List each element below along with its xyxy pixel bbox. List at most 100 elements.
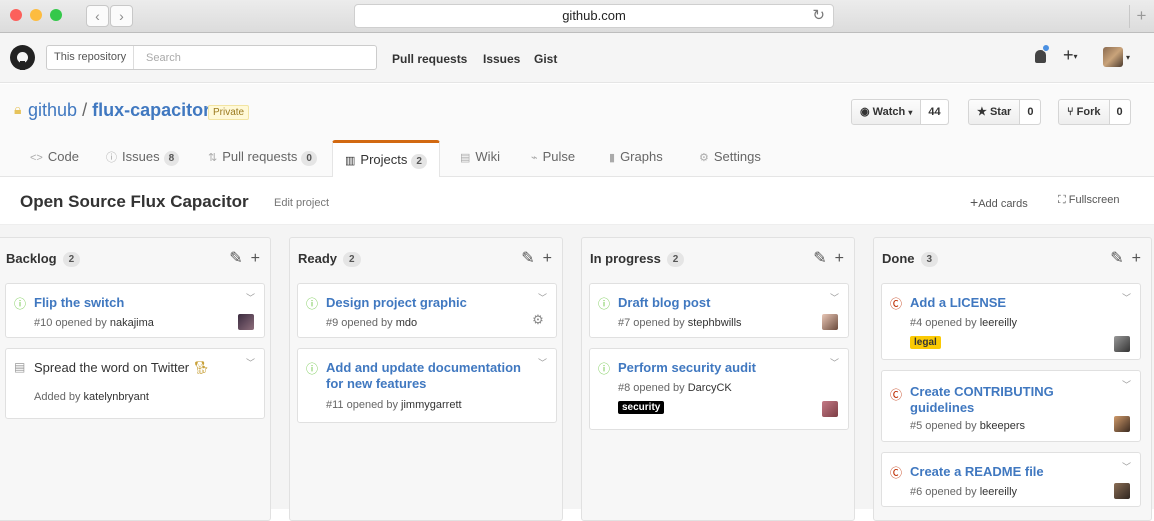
card-title[interactable]: Create a README file	[910, 464, 1044, 480]
avatar[interactable]	[238, 314, 254, 330]
card-author[interactable]: leereilly	[980, 486, 1017, 498]
chevron-down-icon[interactable]: ﹀	[1122, 291, 1131, 304]
tab-pulse[interactable]: ⌁ Pulse	[531, 140, 575, 178]
chevron-down-icon[interactable]: ﹀	[538, 291, 547, 304]
chevron-down-icon[interactable]: ﹀	[830, 356, 839, 369]
tab-pull-requests[interactable]: ⇅ Pull requests 0	[208, 140, 317, 178]
avatar[interactable]	[822, 314, 838, 330]
project-card[interactable]: ⓘ Design project graphic #9 opened by md…	[297, 283, 557, 338]
close-window-button[interactable]	[10, 9, 22, 21]
repo-tabs: <> Code ⓘ Issues 8 ⇅ Pull requests 0 ▥ Project…	[0, 140, 1154, 178]
tab-settings[interactable]: ⚙ Settings	[699, 140, 761, 178]
card-title[interactable]: Flip the switch	[34, 295, 124, 311]
tab-projects[interactable]: ▥ Projects 2	[332, 140, 440, 178]
project-card[interactable]: ⓘ Perform security audit #8 opened by Da…	[589, 348, 849, 430]
card-title[interactable]: Perform security audit	[618, 360, 756, 376]
edit-project-link[interactable]: Edit project	[274, 197, 329, 209]
tab-issues[interactable]: ⓘ Issues 8	[106, 140, 180, 178]
card-author[interactable]: nakajima	[110, 317, 154, 329]
project-card[interactable]: Ⓒ Create CONTRIBUTING guidelines #5 open…	[881, 370, 1141, 442]
chevron-down-icon[interactable]: ﹀	[1122, 378, 1131, 391]
search-input[interactable]	[138, 46, 374, 69]
watch-count[interactable]: 44	[921, 100, 948, 124]
card-meta: #8 opened by DarcyCK	[618, 382, 732, 394]
card-author[interactable]: jimmygarrett	[401, 399, 462, 411]
chevron-down-icon[interactable]: ﹀	[1122, 460, 1131, 473]
github-logo-icon[interactable]	[10, 45, 35, 70]
card-author[interactable]: leereilly	[980, 317, 1017, 329]
label-legal[interactable]: legal	[910, 336, 941, 349]
avatar[interactable]	[1114, 416, 1130, 432]
tab-label: Projects	[360, 152, 408, 167]
chevron-down-icon: ▾	[908, 108, 913, 117]
avatar[interactable]	[1103, 47, 1123, 67]
nav-pull-requests[interactable]: Pull requests	[392, 52, 467, 66]
avatar[interactable]	[822, 401, 838, 417]
pencil-icon[interactable]: ✎	[813, 250, 826, 267]
card-author[interactable]: katelynbryant	[84, 391, 149, 403]
pencil-icon[interactable]: ✎	[1110, 250, 1123, 267]
project-card[interactable]: ⓘ Draft blog post #7 opened by stephbwil…	[589, 283, 849, 338]
card-meta: #5 opened by bkeepers	[910, 420, 1025, 432]
repo-name-link[interactable]: flux-capacitor	[92, 100, 210, 120]
plus-icon[interactable]: +	[1132, 250, 1141, 267]
avatar[interactable]: ⚙	[530, 312, 546, 328]
card-title[interactable]: Create CONTRIBUTING guidelines	[910, 384, 1090, 416]
project-card[interactable]: Ⓒ Create a README file #6 opened by leer…	[881, 452, 1141, 507]
address-bar[interactable]: github.com ↻	[354, 4, 834, 28]
plus-icon[interactable]: +	[835, 250, 844, 267]
card-title[interactable]: Add a LICENSE	[910, 295, 1006, 311]
project-card[interactable]: ⓘ Add and update documentation for new f…	[297, 348, 557, 423]
fullscreen-button[interactable]: ⛶ Fullscreen	[1058, 194, 1120, 207]
nav-issues[interactable]: Issues	[483, 52, 520, 66]
card-author[interactable]: DarcyCK	[688, 382, 732, 394]
issue-closed-icon: Ⓒ	[890, 466, 903, 480]
reload-icon[interactable]: ↻	[812, 5, 825, 27]
create-new-menu[interactable]: +▾	[1063, 45, 1078, 66]
card-author[interactable]: mdo	[396, 317, 417, 329]
plus-icon[interactable]: +	[543, 250, 552, 267]
card-author[interactable]: bkeepers	[980, 420, 1025, 432]
watch-button[interactable]: ◉ Watch ▾	[852, 100, 922, 124]
issue-closed-icon: Ⓒ	[890, 297, 903, 311]
project-card[interactable]: ▤ Spread the word on Twitter 🐕︎ Added by…	[5, 348, 265, 419]
card-author[interactable]: stephbwills	[688, 317, 742, 329]
star-count[interactable]: 0	[1020, 100, 1041, 124]
avatar[interactable]	[1114, 336, 1130, 352]
back-button[interactable]: ‹	[86, 5, 109, 27]
plus-icon[interactable]: +	[251, 250, 260, 267]
forward-button[interactable]: ›	[110, 5, 133, 27]
pencil-icon[interactable]: ✎	[229, 250, 242, 267]
tab-code[interactable]: <> Code	[30, 140, 79, 178]
zoom-window-button[interactable]	[50, 9, 62, 21]
lock-icon: 🔒︎	[14, 101, 22, 117]
project-card[interactable]: ⓘ Flip the switch #10 opened by nakajima…	[5, 283, 265, 338]
fork-button[interactable]: ⑂ Fork	[1059, 100, 1110, 124]
card-title[interactable]: Draft blog post	[618, 295, 710, 311]
issue-opened-icon: ⓘ	[598, 297, 611, 311]
card-title[interactable]: Design project graphic	[326, 295, 467, 311]
chevron-down-icon[interactable]: ▾	[1126, 53, 1130, 62]
chevron-down-icon[interactable]: ﹀	[246, 291, 255, 304]
nav-gist[interactable]: Gist	[534, 52, 557, 66]
tab-wiki[interactable]: ▤ Wiki	[460, 140, 500, 178]
tab-graphs[interactable]: ▮ Graphs	[609, 140, 663, 178]
project-card[interactable]: Ⓒ Add a LICENSE #4 opened by leereilly l…	[881, 283, 1141, 360]
minimize-window-button[interactable]	[30, 9, 42, 21]
project-icon: ▥	[345, 155, 356, 167]
star-button[interactable]: ★ Star	[969, 100, 1021, 124]
new-tab-button[interactable]: +	[1129, 5, 1153, 28]
add-cards-button[interactable]: +Add cards	[970, 194, 1028, 210]
label-security[interactable]: security	[618, 401, 665, 414]
card-title[interactable]: Add and update documentation for new fea…	[326, 360, 531, 392]
repo-owner-link[interactable]: github	[28, 100, 77, 120]
chevron-down-icon[interactable]: ﹀	[246, 356, 255, 369]
avatar[interactable]	[1114, 483, 1130, 499]
search-scope: This repository	[47, 46, 135, 69]
private-badge: Private	[208, 105, 250, 120]
chevron-down-icon[interactable]: ﹀	[830, 291, 839, 304]
chevron-down-icon[interactable]: ﹀	[538, 356, 547, 369]
fork-count[interactable]: 0	[1109, 100, 1130, 124]
search-box[interactable]: This repository	[46, 45, 377, 70]
pencil-icon[interactable]: ✎	[521, 250, 534, 267]
